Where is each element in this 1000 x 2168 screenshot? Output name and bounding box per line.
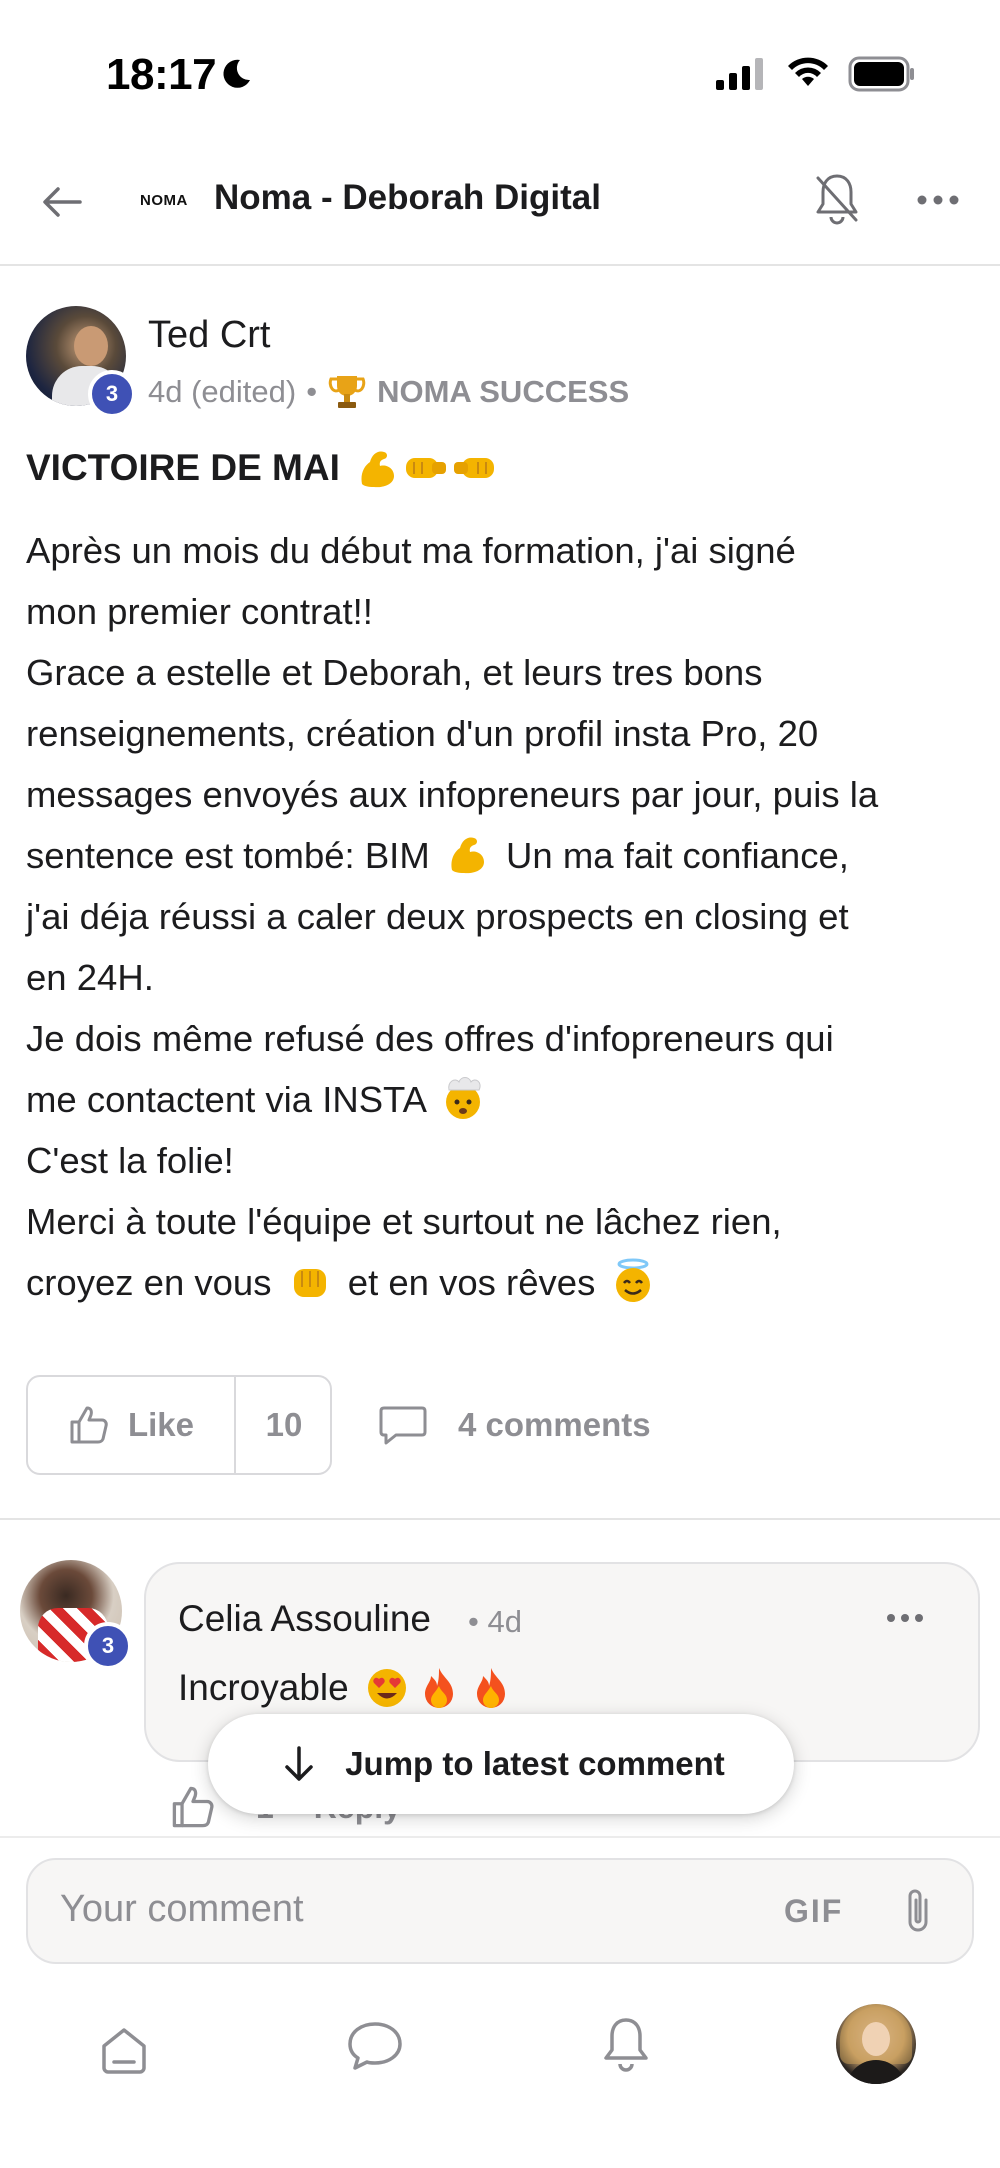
notifications-bell-icon[interactable] [600, 2014, 652, 2076]
post-body-text: sentence est tombé: BIM [26, 835, 430, 876]
post-time: 4d (edited) [148, 374, 297, 409]
comment-more-options-icon[interactable] [884, 1608, 926, 1628]
post-body-line: Après un mois du début ma formation, j'a… [26, 530, 796, 571]
community-logo: NOMA [140, 192, 188, 209]
post-body-line-with-emoji: sentence est tombé: BIM Un ma fait confi… [26, 825, 976, 886]
like-control: Like 10 [26, 1375, 332, 1475]
post-body: Après un mois du début ma formation, j'a… [26, 520, 976, 1313]
post-body-text: me contactent via INSTA [26, 1079, 425, 1120]
post-author-name[interactable]: Ted Crt [148, 314, 270, 357]
fire-emoji-icon [476, 1668, 505, 1708]
smiling-face-with-halo-emoji-icon [616, 1258, 651, 1302]
more-options-icon[interactable] [914, 188, 962, 212]
battery-icon [848, 56, 914, 92]
thumbs-up-icon [70, 1406, 108, 1444]
chat-icon[interactable] [346, 2020, 404, 2072]
post-body-line: mon premier contrat!! [26, 591, 373, 632]
comment-input-placeholder: Your comment [60, 1888, 304, 1930]
moon-icon [223, 59, 250, 88]
post-body-text: croyez en vous [26, 1262, 272, 1303]
comment-text: Incroyable [178, 1667, 349, 1708]
jump-to-latest-comment-button[interactable]: Jump to latest comment [208, 1714, 794, 1814]
page-title: Noma - Deborah Digital [214, 178, 601, 217]
gif-button[interactable]: GIF [784, 1893, 843, 1930]
heart-eyes-emoji-icon [367, 1669, 406, 1707]
left-facing-fist-emoji-icon [405, 458, 446, 478]
cellular-signal-icon [716, 58, 763, 90]
post-meta: 4d (edited) • NOMA SUCCESS [148, 372, 629, 412]
status-time: 18:17 [106, 50, 217, 99]
flexed-biceps-emoji-icon [361, 451, 394, 488]
post-body-line: C'est la folie! [26, 1140, 234, 1181]
post-body-line: messages envoyés aux infopreneurs par jo… [26, 774, 879, 815]
exploding-head-emoji-icon [446, 1077, 481, 1119]
post-body-line: Merci à toute l'équipe et surtout ne lâc… [26, 1201, 782, 1242]
right-facing-fist-emoji-icon [453, 458, 494, 478]
post-body-line-with-emoji: me contactent via INSTA [26, 1069, 976, 1130]
post-title-row: VICTOIRE DE MAI [26, 444, 498, 492]
comment-bubble-icon [379, 1406, 427, 1445]
back-arrow-icon[interactable] [36, 176, 88, 228]
comment-like-thumbs-up-icon[interactable] [170, 1784, 216, 1830]
jump-to-latest-label: Jump to latest comment [345, 1745, 725, 1782]
comment-time: • 4d [468, 1604, 522, 1639]
flexed-biceps-emoji-icon [451, 837, 484, 874]
oncoming-fist-emoji-icon [293, 1269, 326, 1297]
commenter-level-badge: 3 [84, 1622, 132, 1670]
post-body-line: en 24H. [26, 957, 154, 998]
like-button[interactable]: Like [28, 1377, 234, 1473]
comment-author-name[interactable]: Celia Assouline [178, 1598, 431, 1640]
status-bar: 18:17 [0, 0, 1000, 140]
author-level-badge: 3 [88, 370, 136, 418]
post-body-line-with-emoji: croyez en vous et en vos rêves [26, 1252, 976, 1313]
post-body-text: et en vos rêves [347, 1262, 596, 1303]
wifi-icon [788, 57, 828, 86]
post-body-line: Je dois même refusé des offres d'infopre… [26, 1018, 834, 1059]
comments-button[interactable]: 4 comments [378, 1390, 651, 1460]
post-body-line: renseignements, création d'un profil ins… [26, 713, 819, 754]
like-count[interactable]: 10 [236, 1377, 332, 1473]
fire-emoji-icon [424, 1668, 453, 1708]
home-icon[interactable] [96, 2022, 152, 2078]
comments-count-label: 4 comments [458, 1406, 651, 1443]
trophy-icon [328, 376, 366, 408]
post-title: VICTOIRE DE MAI [26, 447, 340, 488]
like-label: Like [127, 1406, 195, 1443]
comment-text-row: Incroyable [178, 1664, 517, 1712]
section-divider [0, 1518, 1000, 1520]
profile-avatar[interactable] [836, 2004, 916, 2084]
arrow-down-icon [285, 1746, 313, 1781]
paperclip-icon[interactable] [896, 1884, 940, 1940]
notifications-off-icon[interactable] [812, 170, 862, 230]
post-category[interactable]: NOMA SUCCESS [377, 374, 629, 410]
post-body-text: Un ma fait confiance, [506, 835, 849, 876]
post-body-line: Grace a estelle et Deborah, et leurs tre… [26, 652, 763, 693]
post-body-line: j'ai déja réussi a caler deux prospects … [26, 896, 849, 937]
top-header: NOMA Noma - Deborah Digital [0, 140, 1000, 266]
meta-separator: • [306, 374, 318, 409]
